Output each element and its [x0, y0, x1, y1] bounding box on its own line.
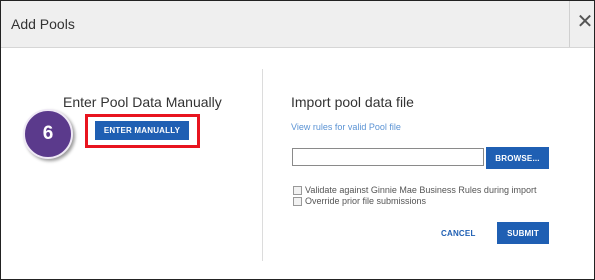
header-divider	[569, 1, 570, 47]
section-divider	[262, 69, 263, 261]
cancel-button[interactable]: CANCEL	[441, 229, 476, 238]
enter-manually-button[interactable]: ENTER MANUALLY	[95, 121, 189, 140]
step-number-badge: 6	[23, 109, 73, 159]
add-pools-dialog: Add Pools ✕ Enter Pool Data Manually 6 E…	[0, 0, 595, 280]
close-icon[interactable]: ✕	[576, 11, 594, 35]
override-checkbox[interactable]	[293, 196, 302, 206]
dialog-header: Add Pools ✕	[1, 1, 594, 48]
validate-checkbox[interactable]	[293, 185, 302, 195]
dialog-title: Add Pools	[11, 16, 75, 32]
submit-button[interactable]: SUBMIT	[497, 222, 549, 244]
file-path-input[interactable]	[292, 148, 484, 166]
override-option[interactable]: Override prior file submissions	[293, 196, 426, 206]
validate-option-label: Validate against Ginnie Mae Business Rul…	[305, 185, 537, 195]
browse-button[interactable]: BROWSE...	[486, 147, 549, 169]
validate-option[interactable]: Validate against Ginnie Mae Business Rul…	[293, 185, 536, 195]
import-heading: Import pool data file	[291, 94, 414, 110]
view-rules-link[interactable]: View rules for valid Pool file	[291, 122, 401, 132]
manual-entry-heading: Enter Pool Data Manually	[63, 94, 222, 110]
override-option-label: Override prior file submissions	[305, 196, 427, 206]
